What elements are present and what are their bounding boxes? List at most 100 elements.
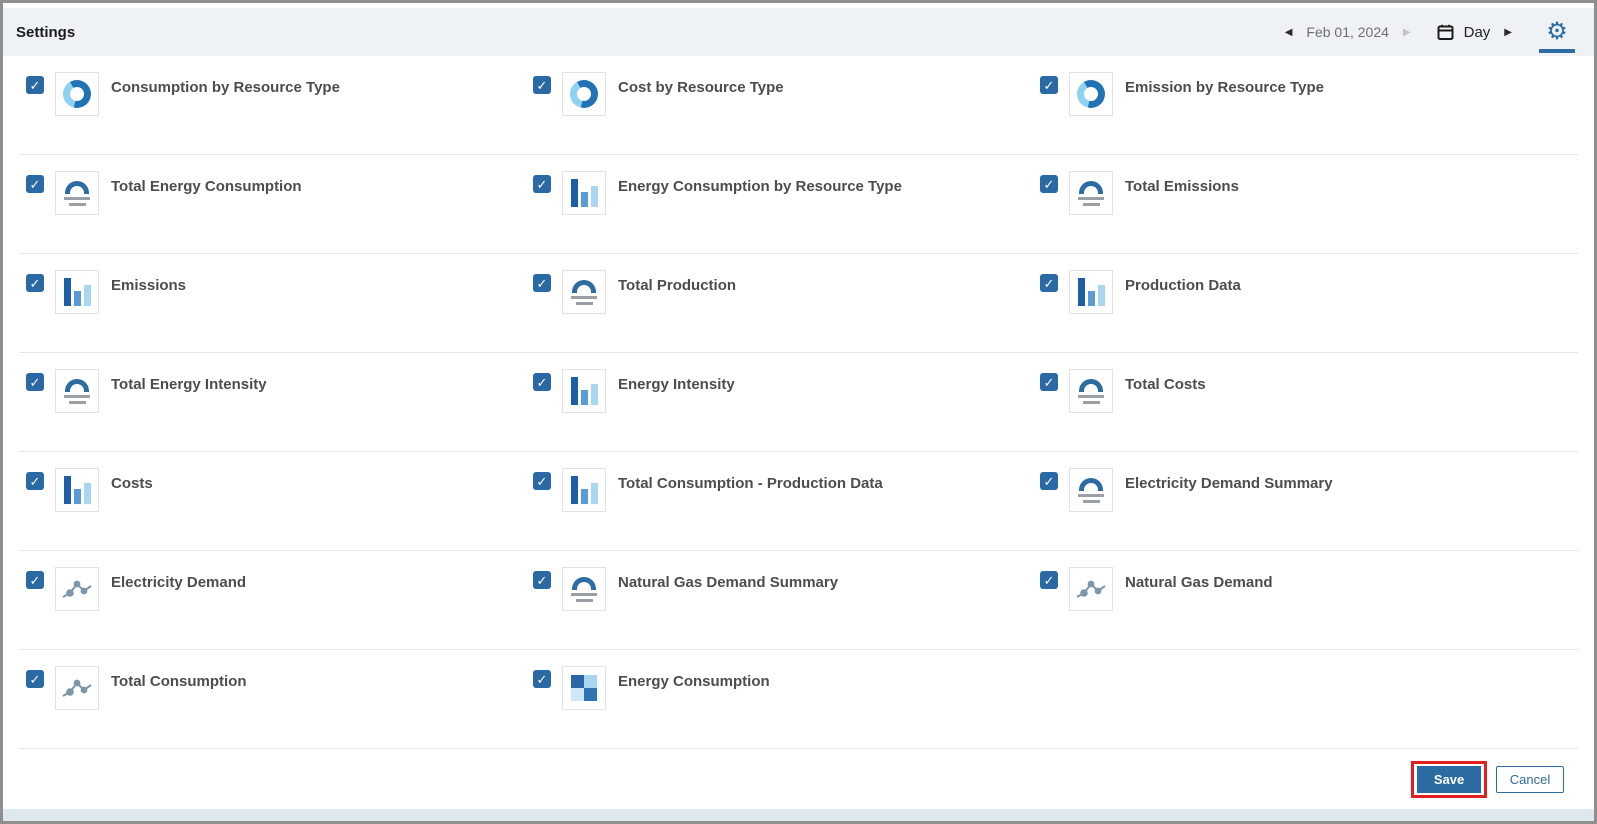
settings-header: Settings ◀ Feb 01, 2024 ▶ Day ▶ ⚙: [3, 8, 1594, 56]
period-selector[interactable]: Day: [1464, 24, 1491, 41]
gauge-summary-icon: [1069, 369, 1113, 413]
item-label: Emissions: [111, 277, 187, 294]
gauge-summary-icon: [55, 369, 99, 413]
item-checkbox[interactable]: [1040, 472, 1058, 490]
item-checkbox[interactable]: [1040, 274, 1058, 292]
bar-chart-icon: [562, 369, 606, 413]
item-label: Energy Intensity: [618, 376, 735, 393]
chart-toggle-item: Production Data: [1040, 254, 1547, 353]
page-title: Settings: [16, 23, 76, 41]
settings-panel: Settings ◀ Feb 01, 2024 ▶ Day ▶ ⚙ Consum…: [0, 0, 1597, 824]
item-checkbox[interactable]: [1040, 175, 1058, 193]
line-chart-icon: [55, 666, 99, 710]
chart-toggle-item: Total Energy Consumption: [26, 155, 533, 254]
chart-toggle-item: Natural Gas Demand Summary: [533, 551, 1040, 650]
item-checkbox[interactable]: [26, 670, 44, 688]
settings-row: Total Energy Consumption Energy Consumpti…: [3, 155, 1594, 254]
line-chart-icon: [1069, 567, 1113, 611]
settings-row: Total Energy Intensity Energy Intensity To…: [3, 353, 1594, 452]
chart-settings-grid: Consumption by Resource Type Cost by Reso…: [3, 56, 1594, 749]
next-period-arrow-icon[interactable]: ▶: [1498, 27, 1518, 38]
item-label: Energy Consumption: [618, 673, 770, 690]
bottom-strip: [3, 809, 1594, 821]
item-checkbox[interactable]: [533, 76, 551, 94]
item-label: Production Data: [1125, 277, 1241, 294]
item-label: Total Energy Intensity: [111, 376, 267, 393]
chart-toggle-item: Energy Consumption: [533, 650, 1040, 749]
chart-toggle-item: Costs: [26, 452, 533, 551]
item-label: Energy Consumption by Resource Type: [618, 178, 902, 195]
item-label: Consumption by Resource Type: [111, 79, 340, 96]
item-checkbox[interactable]: [26, 571, 44, 589]
item-checkbox[interactable]: [1040, 373, 1058, 391]
chart-toggle-item: Electricity Demand Summary: [1040, 452, 1547, 551]
item-label: Total Consumption - Production Data: [618, 475, 883, 492]
chart-toggle-item: Electricity Demand: [26, 551, 533, 650]
item-checkbox[interactable]: [533, 571, 551, 589]
prev-date-arrow-icon[interactable]: ◀: [1279, 27, 1299, 38]
item-checkbox[interactable]: [533, 373, 551, 391]
settings-gear-tab[interactable]: ⚙: [1534, 8, 1580, 56]
bar-chart-icon: [562, 468, 606, 512]
calendar-icon[interactable]: [1437, 24, 1454, 41]
chart-toggle-item: Total Costs: [1040, 353, 1547, 452]
bar-chart-icon: [55, 270, 99, 314]
item-checkbox[interactable]: [26, 274, 44, 292]
bar-chart-icon: [562, 171, 606, 215]
current-date: Feb 01, 2024: [1306, 24, 1389, 40]
item-checkbox[interactable]: [26, 472, 44, 490]
settings-row: Consumption by Resource Type Cost by Reso…: [3, 56, 1594, 155]
gear-active-underline: [1539, 49, 1575, 53]
item-label: Total Production: [618, 277, 737, 294]
settings-row: Emissions Total Production Production Data: [3, 254, 1594, 353]
item-label: Costs: [111, 475, 153, 492]
item-label: Emission by Resource Type: [1125, 79, 1324, 96]
cancel-button[interactable]: Cancel: [1496, 765, 1564, 793]
chart-toggle-item: Total Consumption: [26, 650, 533, 749]
save-button[interactable]: Save: [1417, 765, 1481, 793]
gauge-summary-icon: [562, 567, 606, 611]
chart-toggle-item: Consumption by Resource Type: [26, 56, 533, 155]
chart-toggle-item: Total Energy Intensity: [26, 353, 533, 452]
item-checkbox[interactable]: [26, 175, 44, 193]
chart-toggle-item: Natural Gas Demand: [1040, 551, 1547, 650]
chart-toggle-item: Energy Consumption by Resource Type: [533, 155, 1040, 254]
item-checkbox[interactable]: [533, 472, 551, 490]
donut-chart-icon: [55, 72, 99, 116]
gauge-summary-icon: [1069, 171, 1113, 215]
line-chart-icon: [55, 567, 99, 611]
chart-toggle-item: Energy Intensity: [533, 353, 1040, 452]
item-label: Electricity Demand: [111, 574, 247, 591]
chart-toggle-item: Emissions: [26, 254, 533, 353]
bar-chart-icon: [1069, 270, 1113, 314]
item-checkbox[interactable]: [26, 373, 44, 391]
header-controls: ◀ Feb 01, 2024 ▶ Day ▶ ⚙: [1279, 8, 1580, 56]
item-checkbox[interactable]: [1040, 76, 1058, 94]
item-checkbox[interactable]: [1040, 571, 1058, 589]
chart-toggle-item: Cost by Resource Type: [533, 56, 1040, 155]
item-checkbox[interactable]: [26, 76, 44, 94]
heatmap-icon: [562, 666, 606, 710]
item-label: Natural Gas Demand Summary: [618, 574, 839, 591]
bar-chart-icon: [55, 468, 99, 512]
item-checkbox[interactable]: [533, 670, 551, 688]
item-checkbox[interactable]: [533, 175, 551, 193]
item-checkbox[interactable]: [533, 274, 551, 292]
gauge-summary-icon: [1069, 468, 1113, 512]
gear-icon: ⚙: [1546, 18, 1568, 45]
item-label: Total Energy Consumption: [111, 178, 302, 195]
chart-toggle-item: Total Consumption - Production Data: [533, 452, 1040, 551]
settings-row: Total Consumption Energy Consumption: [3, 650, 1594, 749]
chart-toggle-item: Total Emissions: [1040, 155, 1547, 254]
item-label: Total Consumption: [111, 673, 247, 690]
chart-toggle-item: Total Production: [533, 254, 1040, 353]
donut-chart-icon: [1069, 72, 1113, 116]
item-label: Natural Gas Demand: [1125, 574, 1273, 591]
next-date-arrow-icon[interactable]: ▶: [1397, 27, 1417, 38]
gauge-summary-icon: [55, 171, 99, 215]
item-label: Total Emissions: [1125, 178, 1239, 195]
settings-row: Electricity Demand Natural Gas Demand Sum…: [3, 551, 1594, 650]
footer-actions: Save Cancel: [3, 749, 1594, 809]
settings-row: Costs Total Consumption - Production Data…: [3, 452, 1594, 551]
item-label: Electricity Demand Summary: [1125, 475, 1333, 492]
